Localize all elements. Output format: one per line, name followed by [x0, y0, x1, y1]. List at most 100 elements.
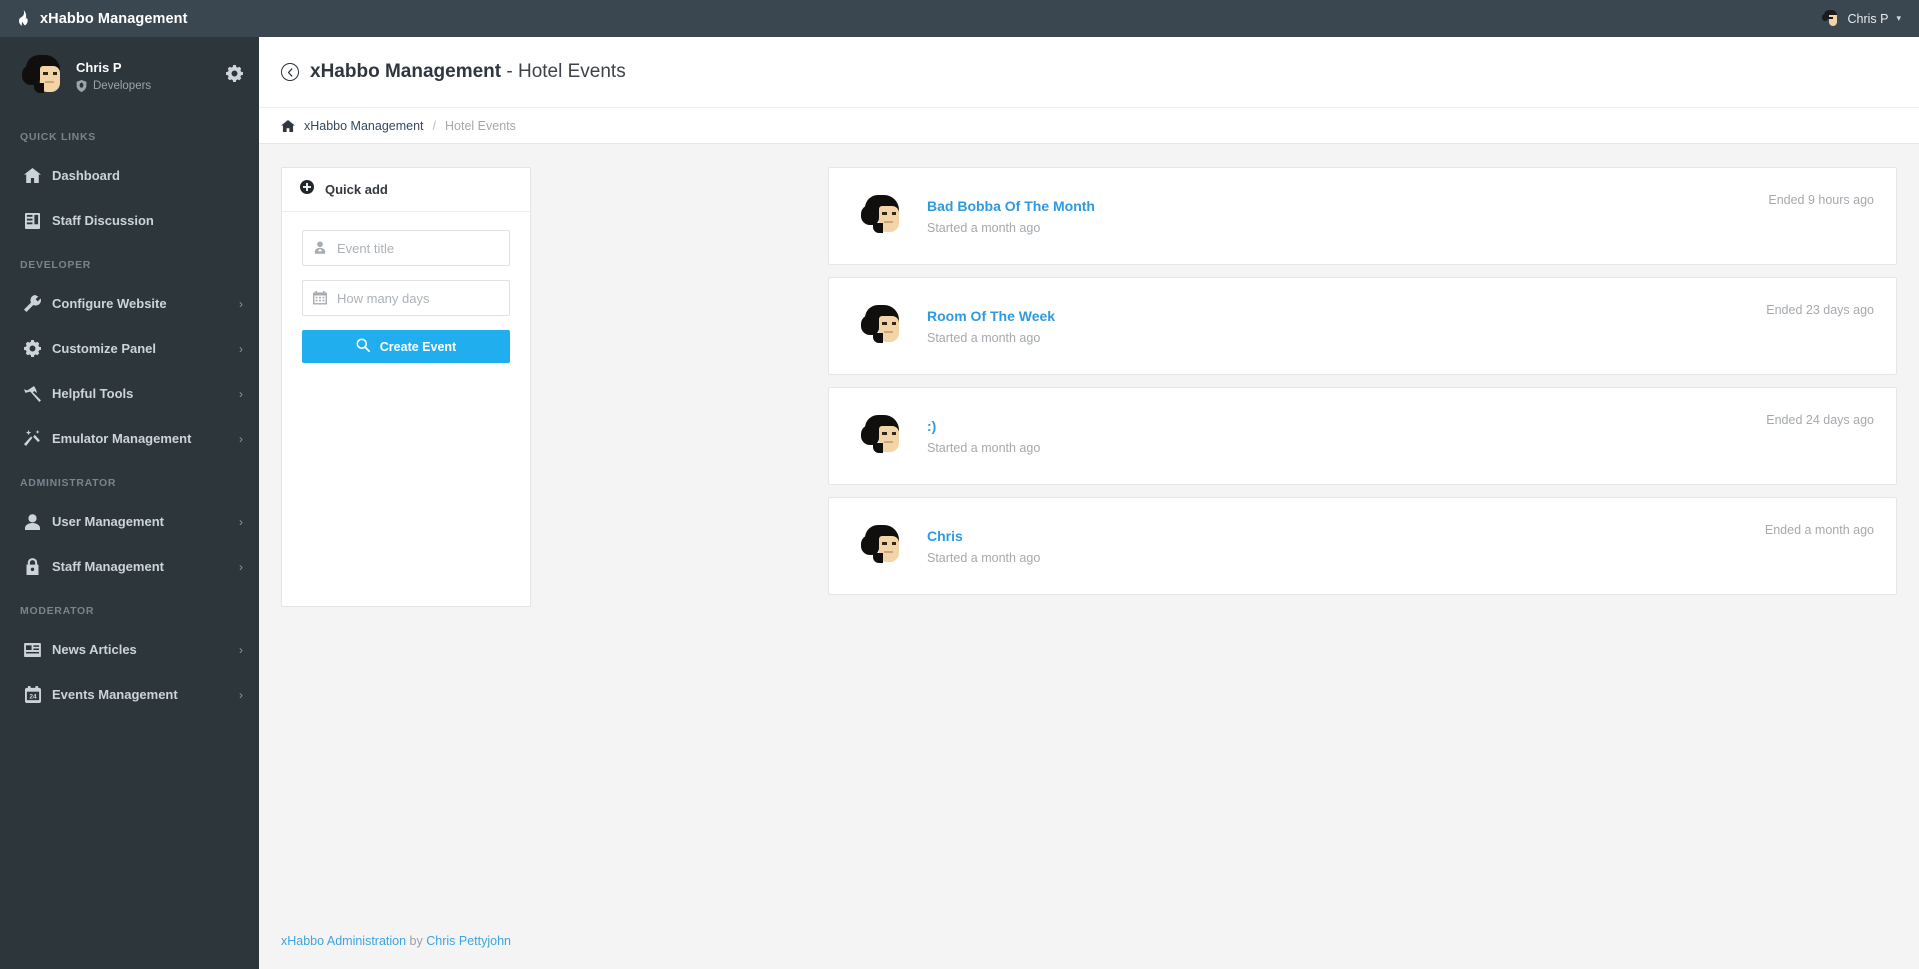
- plus-circle-icon: [300, 180, 314, 199]
- sidebar-section-label: DEVELOPER: [20, 259, 92, 271]
- avatar: [1821, 9, 1841, 28]
- habbo-avatar-art: [1821, 9, 1840, 28]
- topbar-user-menu[interactable]: Chris P ▾: [1821, 9, 1919, 28]
- footer: xHabbo Administration by Chris Pettyjohn: [259, 913, 1919, 969]
- chevron-right-icon: ›: [239, 514, 243, 529]
- sidebar-item-news-articles[interactable]: News Articles ›: [0, 627, 259, 672]
- user-add-icon: [303, 241, 337, 255]
- sidebar-item-emulator-management[interactable]: Emulator Management ›: [0, 416, 259, 461]
- event-card[interactable]: Room Of The Week Started a month ago End…: [828, 277, 1897, 375]
- event-title-field[interactable]: [302, 230, 523, 266]
- quick-add-header: Quick add: [282, 168, 530, 212]
- event-title-link[interactable]: :): [927, 418, 936, 434]
- sidebar-item-staff-discussion[interactable]: Staff Discussion: [0, 198, 259, 243]
- event-ended: Ended 23 days ago: [1766, 303, 1874, 317]
- top-bar: xHabbo Management Chris P ▾: [0, 0, 1919, 37]
- habbo-avatar-art: [859, 303, 905, 349]
- breadcrumb-current: Hotel Events: [445, 118, 516, 133]
- event-days-field[interactable]: [302, 280, 523, 316]
- event-card[interactable]: Chris Started a month ago Ended a month …: [828, 497, 1897, 595]
- event-body: Bad Bobba Of The Month Started a month a…: [927, 198, 1768, 235]
- event-body: Room Of The Week Started a month ago: [927, 308, 1766, 345]
- gear-icon: [22, 340, 43, 357]
- sidebar-user-name: Chris P: [76, 60, 122, 75]
- footer-by-text: by: [406, 934, 427, 948]
- home-icon: [22, 168, 43, 183]
- avatar: [859, 193, 905, 239]
- chevron-right-icon: ›: [239, 296, 243, 311]
- sidebar-item-dashboard[interactable]: Dashboard: [0, 153, 259, 198]
- home-icon[interactable]: [281, 119, 295, 132]
- shield-icon: [76, 80, 87, 92]
- event-card[interactable]: Bad Bobba Of The Month Started a month a…: [828, 167, 1897, 265]
- sidebar-item-configure-website[interactable]: Configure Website ›: [0, 281, 259, 326]
- chevron-right-icon: ›: [239, 341, 243, 356]
- chevron-right-icon: ›: [239, 431, 243, 446]
- flame-icon: [16, 10, 31, 27]
- sidebar-section-label: ADMINISTRATOR: [20, 477, 117, 489]
- habbo-avatar-art: [859, 413, 905, 459]
- sidebar-user-block: Chris P Developers: [0, 37, 259, 115]
- event-body: :) Started a month ago: [927, 418, 1766, 455]
- main-content: xHabbo Management - Hotel Events xHabbo …: [259, 37, 1919, 969]
- svg-text:24: 24: [29, 693, 37, 700]
- sidebar: Chris P Developers QUICK LINKS Dashboard…: [0, 37, 259, 969]
- content-area: Quick add Event title How many days Crea…: [259, 144, 1919, 607]
- sidebar-user-text: Chris P Developers: [76, 60, 226, 92]
- chevron-right-icon: ›: [239, 642, 243, 657]
- event-card[interactable]: :) Started a month ago Ended 24 days ago: [828, 387, 1897, 485]
- avatar: [859, 523, 905, 569]
- book-icon: [22, 212, 43, 229]
- event-ended: Ended a month ago: [1764, 523, 1874, 537]
- event-body: Chris Started a month ago: [927, 528, 1765, 565]
- event-title-input[interactable]: [337, 231, 523, 265]
- event-title-link[interactable]: Chris: [927, 528, 963, 544]
- sidebar-user-role-label: Developers: [93, 80, 152, 92]
- page-header: xHabbo Management - Hotel Events: [259, 37, 1919, 107]
- event-started: Started a month ago: [927, 550, 1041, 565]
- wrench-icon: [22, 295, 43, 312]
- events-list: Bad Bobba Of The Month Started a month a…: [828, 167, 1897, 607]
- sidebar-item-user-management[interactable]: User Management ›: [0, 499, 259, 544]
- event-days-input[interactable]: [337, 281, 523, 315]
- topbar-brand-title: xHabbo Management: [40, 10, 188, 27]
- breadcrumb: xHabbo Management / Hotel Events: [259, 107, 1919, 144]
- habbo-avatar-art: [20, 53, 66, 99]
- sidebar-section-label: MODERATOR: [20, 605, 95, 617]
- sidebar-item-customize-panel[interactable]: Customize Panel ›: [0, 326, 259, 371]
- event-title-link[interactable]: Bad Bobba Of The Month: [927, 198, 1095, 214]
- user-icon: [22, 513, 43, 530]
- sidebar-item-events-management[interactable]: 24 Events Management ›: [0, 672, 259, 717]
- sidebar-item-staff-management[interactable]: Staff Management ›: [0, 544, 259, 589]
- sidebar-item-helpful-tools[interactable]: Helpful Tools ›: [0, 371, 259, 416]
- calendar-icon: [303, 291, 337, 305]
- quick-add-card: Quick add Event title How many days Crea…: [281, 167, 531, 607]
- habbo-avatar-art: [859, 193, 905, 239]
- page-title-suffix: - Hotel Events: [501, 61, 626, 82]
- avatar: [20, 53, 66, 99]
- breadcrumb-separator: /: [432, 118, 437, 133]
- footer-author-link[interactable]: Chris Pettyjohn: [426, 934, 511, 948]
- quick-add-body: Create Event: [282, 212, 530, 383]
- avatar: [859, 413, 905, 459]
- newspaper-icon: [22, 642, 43, 657]
- footer-product-link[interactable]: xHabbo Administration: [281, 934, 406, 948]
- sidebar-user-role: Developers: [76, 80, 226, 92]
- event-started: Started a month ago: [927, 330, 1041, 345]
- quick-add-title: Quick add: [325, 182, 388, 197]
- topbar-user-name: Chris P: [1847, 11, 1889, 26]
- event-ended: Ended 24 days ago: [1766, 413, 1874, 427]
- breadcrumb-root[interactable]: xHabbo Management: [304, 119, 424, 133]
- event-started: Started a month ago: [927, 220, 1041, 235]
- sidebar-section-label: QUICK LINKS: [20, 131, 96, 143]
- event-title-link[interactable]: Room Of The Week: [927, 308, 1055, 324]
- avatar: [859, 303, 905, 349]
- habbo-avatar-art: [859, 523, 905, 569]
- event-started: Started a month ago: [927, 440, 1041, 455]
- chevron-down-icon: ▾: [1896, 13, 1901, 23]
- create-event-button[interactable]: Create Event: [302, 330, 510, 363]
- search-icon: [356, 338, 370, 355]
- topbar-brand[interactable]: xHabbo Management: [0, 10, 188, 27]
- gear-icon[interactable]: [226, 65, 243, 87]
- back-arrow-icon[interactable]: [281, 63, 299, 81]
